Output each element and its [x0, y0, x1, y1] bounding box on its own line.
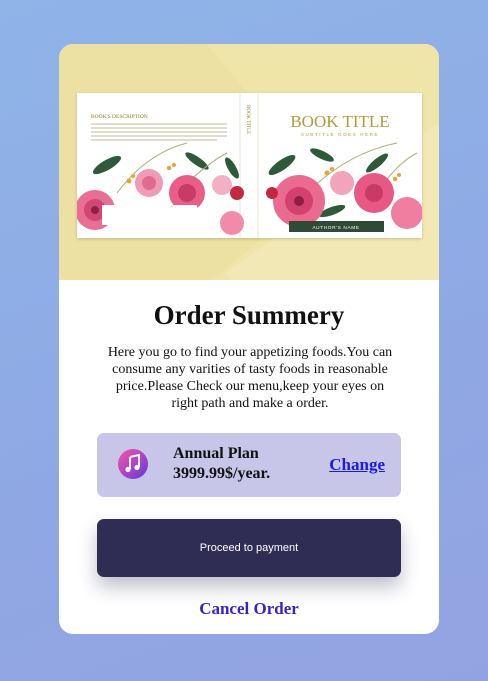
book-spine-author: AUTHOR'S NAME [246, 193, 251, 226]
plan-card: Annual Plan 3999.99$/year. Change [97, 433, 401, 497]
page-title: Order Summery [153, 300, 345, 330]
book-cover-image: BOOK'S DESCRIPTION BOOK TITLE AUTHOR'S N… [77, 93, 422, 238]
book-spine-title: BOOK TITLE [245, 105, 250, 134]
summary-description: Here you go to find your appetizing food… [107, 345, 393, 411]
book-subtitle: SUBTITLE GOES HERE [301, 132, 379, 137]
book-author: AUTHOR'S NAME [312, 225, 359, 231]
order-summary-card: BOOK'S DESCRIPTION BOOK TITLE AUTHOR'S N… [59, 44, 439, 634]
music-note-icon [118, 449, 148, 479]
book-description-heading: BOOK'S DESCRIPTION [91, 114, 148, 120]
proceed-to-payment-button[interactable]: Proceed to payment [97, 519, 401, 577]
change-plan-link[interactable]: Change [329, 455, 385, 475]
plan-price: 3999.99$/year. [173, 465, 271, 482]
cancel-order-button[interactable]: Cancel Order [59, 599, 439, 619]
plan-name: Annual Plan [173, 445, 259, 462]
hero-banner: BOOK'S DESCRIPTION BOOK TITLE AUTHOR'S N… [59, 44, 439, 280]
book-title: BOOK TITLE [290, 112, 389, 131]
